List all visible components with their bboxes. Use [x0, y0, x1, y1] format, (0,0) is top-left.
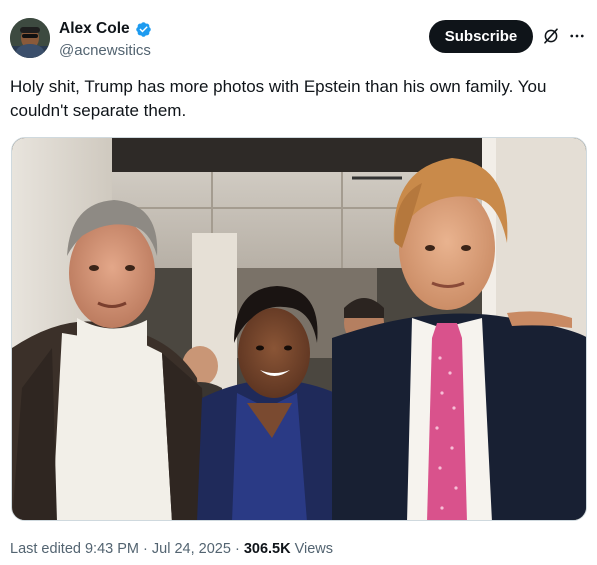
subscribe-button[interactable]: Subscribe [429, 20, 533, 53]
tweet-date[interactable]: Jul 24, 2025 [152, 541, 231, 557]
edited-label[interactable]: Last edited [10, 541, 81, 557]
views-count[interactable]: 306.5K [244, 541, 291, 557]
avatar[interactable] [10, 18, 50, 58]
tweet-text: Holy shit, Trump has more photos with Ep… [10, 77, 547, 120]
author-handle[interactable]: @acnewsitics [59, 42, 151, 59]
meta-separator-2: · [234, 541, 240, 557]
more-icon[interactable] [568, 27, 586, 45]
tweet-time[interactable]: 9:43 PM [85, 541, 139, 557]
avatar-photo-icon [10, 18, 50, 58]
views-label: Views [294, 541, 334, 557]
grok-icon[interactable] [542, 27, 560, 45]
tweet-meta: Last edited 9:43 PM · Jul 24, 2025 · 306… [10, 541, 333, 557]
verified-badge-icon [135, 21, 151, 37]
tweet-photo[interactable] [11, 137, 587, 521]
photo-illustration [12, 138, 586, 520]
display-name[interactable]: Alex Cole [59, 20, 130, 38]
tweet-header: Alex Cole @acnewsitics Subscribe [0, 0, 597, 70]
meta-separator: · [143, 541, 148, 557]
author-name-row: Alex Cole [59, 20, 152, 38]
